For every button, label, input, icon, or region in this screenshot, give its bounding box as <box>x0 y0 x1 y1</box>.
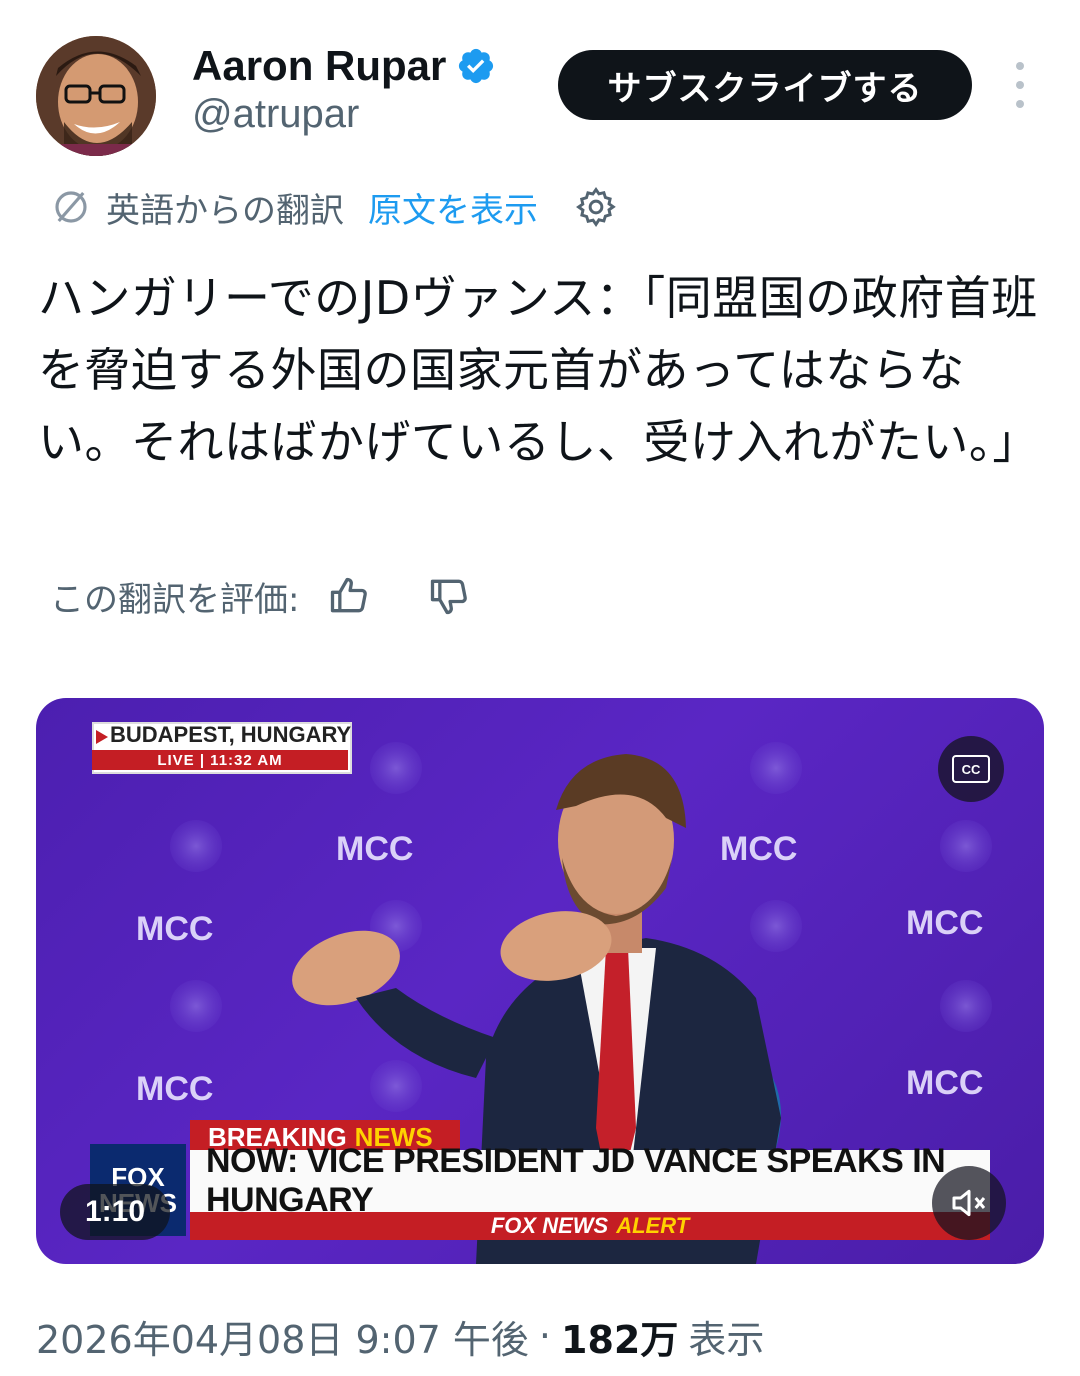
post-datetime[interactable]: 2026年04月08日 9:07 午後 <box>36 1309 529 1364</box>
captions-button[interactable]: CC <box>938 736 1004 802</box>
fox-news-alert-bar: FOX NEWS ALERT <box>190 1212 990 1240</box>
author-handle[interactable]: @atrupar <box>192 92 359 137</box>
avatar[interactable] <box>36 36 156 156</box>
alert-word: ALERT <box>616 1213 690 1238</box>
backdrop-logo-mcc: MCC <box>720 830 797 868</box>
subscribe-button[interactable]: サブスクライブする <box>558 50 972 120</box>
mute-button[interactable] <box>932 1166 1006 1240</box>
backdrop-logo-mcc: MCC <box>136 1070 213 1108</box>
cc-icon: CC <box>952 755 990 783</box>
show-original-link[interactable]: 原文を表示 <box>368 183 538 232</box>
more-options-icon[interactable] <box>1006 62 1034 108</box>
news-headline: NOW: VICE PRESIDENT JD VANCE SPEAKS IN H… <box>190 1142 990 1219</box>
video-player[interactable]: MCC MCC MCC MCC MCC MCC BUDAPEST, HUNGAR… <box>36 698 1044 1264</box>
translate-icon <box>55 191 87 223</box>
location-text: BUDAPEST, HUNGARY <box>110 722 352 747</box>
backdrop-logo-mcc: MCC <box>906 904 983 942</box>
tweet-meta-row: 2026年04月08日 9:07 午後 · 182万 表示 <box>36 1308 764 1364</box>
translation-row: 英語からの翻訳 原文を表示 <box>50 180 618 234</box>
rate-translation-label: この翻訳を評価: <box>50 579 300 620</box>
rate-translation-row: この翻訳を評価: <box>50 568 471 624</box>
video-duration-badge: 1:10 <box>60 1184 170 1240</box>
verified-badge-icon <box>459 48 494 84</box>
views-label: 表示 <box>688 1317 765 1362</box>
thumbs-down-icon[interactable] <box>427 574 471 618</box>
live-time-bar: LIVE | 11:32 AM <box>92 750 348 770</box>
thumbs-up-icon[interactable] <box>327 574 371 618</box>
tweet-text: ハンガリーでのJDヴァンス：「同盟国の政府首班を脅迫する外国の国家元首があっては… <box>38 271 1039 469</box>
backdrop-logo-mcc: MCC <box>336 830 413 868</box>
author-name[interactable]: Aaron Rupar <box>192 42 446 90</box>
author-name-row[interactable]: Aaron Rupar <box>192 38 496 94</box>
play-arrow-icon <box>96 730 108 744</box>
alert-brand: FOX NEWS <box>490 1213 609 1238</box>
backdrop-logo-mcc: MCC <box>906 1064 983 1102</box>
gear-icon[interactable] <box>574 185 618 229</box>
view-count: 182万 <box>561 1317 679 1362</box>
translated-from-label: 英語からの翻訳 <box>106 190 344 231</box>
separator-dot: · <box>538 1314 551 1358</box>
backdrop-logo-mcc: MCC <box>136 910 213 948</box>
speaker-muted-icon <box>952 1189 986 1217</box>
